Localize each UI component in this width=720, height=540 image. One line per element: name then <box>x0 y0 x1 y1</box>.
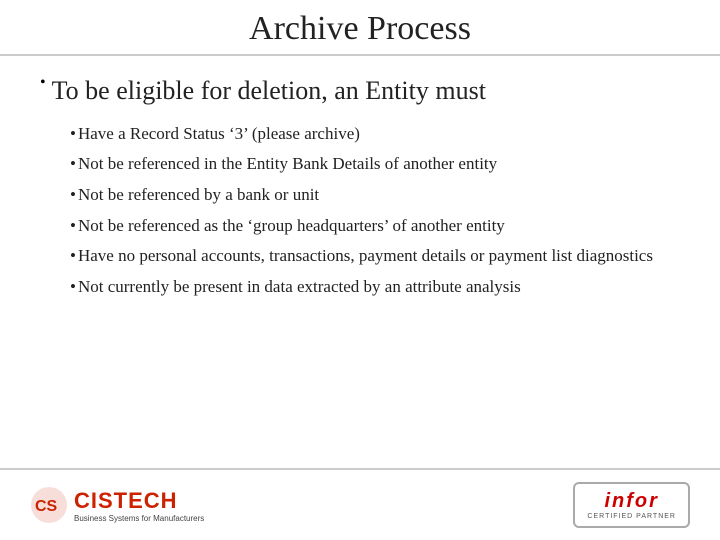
page-title: Archive Process <box>40 10 680 48</box>
main-bullet-text: To be eligible for deletion, an Entity m… <box>52 74 486 108</box>
sub-bullet-text-3: Not be referenced by a bank or unit <box>78 183 319 208</box>
cistech-logo-graphic: CS CISTECH Business Systems for Manufact… <box>30 486 204 524</box>
list-item: • Not be referenced in the Entity Bank D… <box>70 152 680 177</box>
page-container: Archive Process • To be eligible for del… <box>0 0 720 540</box>
sub-bullet-text-5: Have no personal accounts, transactions,… <box>78 244 653 269</box>
sub-bullet-text-4: Not be referenced as the ‘group headquar… <box>78 214 505 239</box>
sub-bullet-dot-3: • <box>70 183 76 208</box>
sub-bullet-dot-4: • <box>70 214 76 239</box>
sub-bullet-dot-6: • <box>70 275 76 300</box>
cistech-icon: CS <box>30 486 68 524</box>
cistech-text-area: CISTECH Business Systems for Manufacture… <box>74 488 204 523</box>
main-bullet: • To be eligible for deletion, an Entity… <box>40 74 680 108</box>
sub-bullet-text-2: Not be referenced in the Entity Bank Det… <box>78 152 497 177</box>
infor-name: infor <box>604 490 658 513</box>
sub-bullet-dot-2: • <box>70 152 76 177</box>
sub-bullet-text-6: Not currently be present in data extract… <box>78 275 521 300</box>
list-item: • Have a Record Status ‘3’ (please archi… <box>70 122 680 147</box>
cistech-logo: CS CISTECH Business Systems for Manufact… <box>30 486 204 524</box>
sub-bullets-list: • Have a Record Status ‘3’ (please archi… <box>70 122 680 300</box>
sub-bullet-dot-1: • <box>70 122 76 147</box>
cistech-name: CISTECH <box>74 488 204 514</box>
list-item: • Not be referenced by a bank or unit <box>70 183 680 208</box>
sub-bullet-text-1: Have a Record Status ‘3’ (please archive… <box>78 122 360 147</box>
svg-text:CS: CS <box>35 498 58 515</box>
list-item: • Not be referenced as the ‘group headqu… <box>70 214 680 239</box>
infor-certified-label: CERTIFIED PARTNER <box>587 513 676 520</box>
main-bullet-dot: • <box>40 74 50 92</box>
content-section: • To be eligible for deletion, an Entity… <box>0 56 720 468</box>
sub-bullet-dot-5: • <box>70 244 76 269</box>
header-section: Archive Process <box>0 0 720 56</box>
list-item: • Have no personal accounts, transaction… <box>70 244 680 269</box>
infor-badge: infor CERTIFIED PARTNER <box>573 482 690 528</box>
footer-section: CS CISTECH Business Systems for Manufact… <box>0 468 720 540</box>
cistech-tagline: Business Systems for Manufacturers <box>74 514 204 523</box>
list-item: • Not currently be present in data extra… <box>70 275 680 300</box>
